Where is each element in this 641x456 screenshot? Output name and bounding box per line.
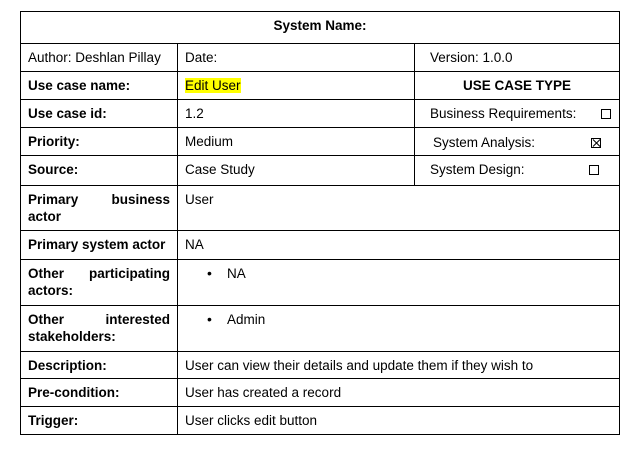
use-case-id-value: 1.2 xyxy=(177,99,415,128)
type-system-analysis-label: System Analysis: xyxy=(433,135,536,150)
trigger-row: Trigger: User clicks edit button xyxy=(20,406,620,435)
system-analysis-checkbox[interactable] xyxy=(591,137,601,148)
version-cell: Version: 1.0.0 xyxy=(414,43,620,72)
use-case-name-row: Use case name: Edit User USE CASE TYPE xyxy=(20,71,620,100)
type-system-design: System Design: xyxy=(414,155,620,186)
use-case-id-label: Use case id: xyxy=(20,99,178,128)
pre-condition-row: Pre-condition: User has created a record xyxy=(20,378,620,407)
primary-business-actor-label: Primary business actor xyxy=(20,185,178,231)
primary-system-actor-row: Primary system actor NA xyxy=(20,230,620,260)
use-case-name-label: Use case name: xyxy=(20,71,178,100)
list-item: NA xyxy=(207,265,612,282)
system-name-row: System Name: xyxy=(20,11,620,44)
priority-value: Medium xyxy=(177,127,415,156)
other-participating-actors-row: Other participating actors: NA xyxy=(20,259,620,306)
type-business-requirements-label: Business Requirements: xyxy=(430,106,577,121)
other-interested-stakeholders-label: Other interested stakeholders: xyxy=(20,305,178,352)
primary-system-actor-value: NA xyxy=(177,230,620,260)
source-label: Source: xyxy=(20,155,178,186)
trigger-value: User clicks edit button xyxy=(177,406,620,435)
system-name-title: System Name: xyxy=(20,11,620,44)
other-interested-stakeholders-row: Other interested stakeholders: Admin xyxy=(20,305,620,352)
description-row: Description: User can view their details… xyxy=(20,351,620,379)
other-participating-actors-label: Other participating actors: xyxy=(20,259,178,306)
priority-label: Priority: xyxy=(20,127,178,156)
system-design-checkbox[interactable] xyxy=(589,164,599,175)
other-participating-actors-list: NA xyxy=(185,265,612,282)
other-participating-actors-value: NA xyxy=(177,259,620,306)
source-row: Source: Case Study System Design: xyxy=(20,155,620,186)
type-system-analysis: System Analysis: xyxy=(414,127,620,156)
pre-condition-label: Pre-condition: xyxy=(20,378,178,407)
author-cell: Author: Deshlan Pillay xyxy=(20,43,178,72)
primary-system-actor-label: Primary system actor xyxy=(20,230,178,260)
primary-business-actor-row: Primary business actor User xyxy=(20,185,620,231)
description-label: Description: xyxy=(20,351,178,379)
use-case-id-row: Use case id: 1.2 Business Requirements: xyxy=(20,99,620,128)
list-item: Admin xyxy=(207,311,612,328)
use-case-type-heading: USE CASE TYPE xyxy=(414,71,620,100)
type-system-design-label: System Design: xyxy=(430,162,525,177)
use-case-name-value-cell: Edit User xyxy=(177,71,415,100)
priority-row: Priority: Medium System Analysis: xyxy=(20,127,620,156)
date-cell: Date: xyxy=(177,43,415,72)
description-value: User can view their details and update t… xyxy=(177,351,620,379)
other-interested-stakeholders-value: Admin xyxy=(177,305,620,352)
other-interested-stakeholders-list: Admin xyxy=(185,311,612,328)
type-business-requirements: Business Requirements: xyxy=(414,99,620,128)
pre-condition-value: User has created a record xyxy=(177,378,620,407)
business-requirements-checkbox[interactable] xyxy=(601,108,611,119)
primary-business-actor-value: User xyxy=(177,185,620,231)
source-value: Case Study xyxy=(177,155,415,186)
use-case-name-value: Edit User xyxy=(185,78,241,93)
use-case-table: System Name: Author: Deshlan Pillay Date… xyxy=(20,11,620,435)
meta-row: Author: Deshlan Pillay Date: Version: 1.… xyxy=(20,43,620,72)
trigger-label: Trigger: xyxy=(20,406,178,435)
